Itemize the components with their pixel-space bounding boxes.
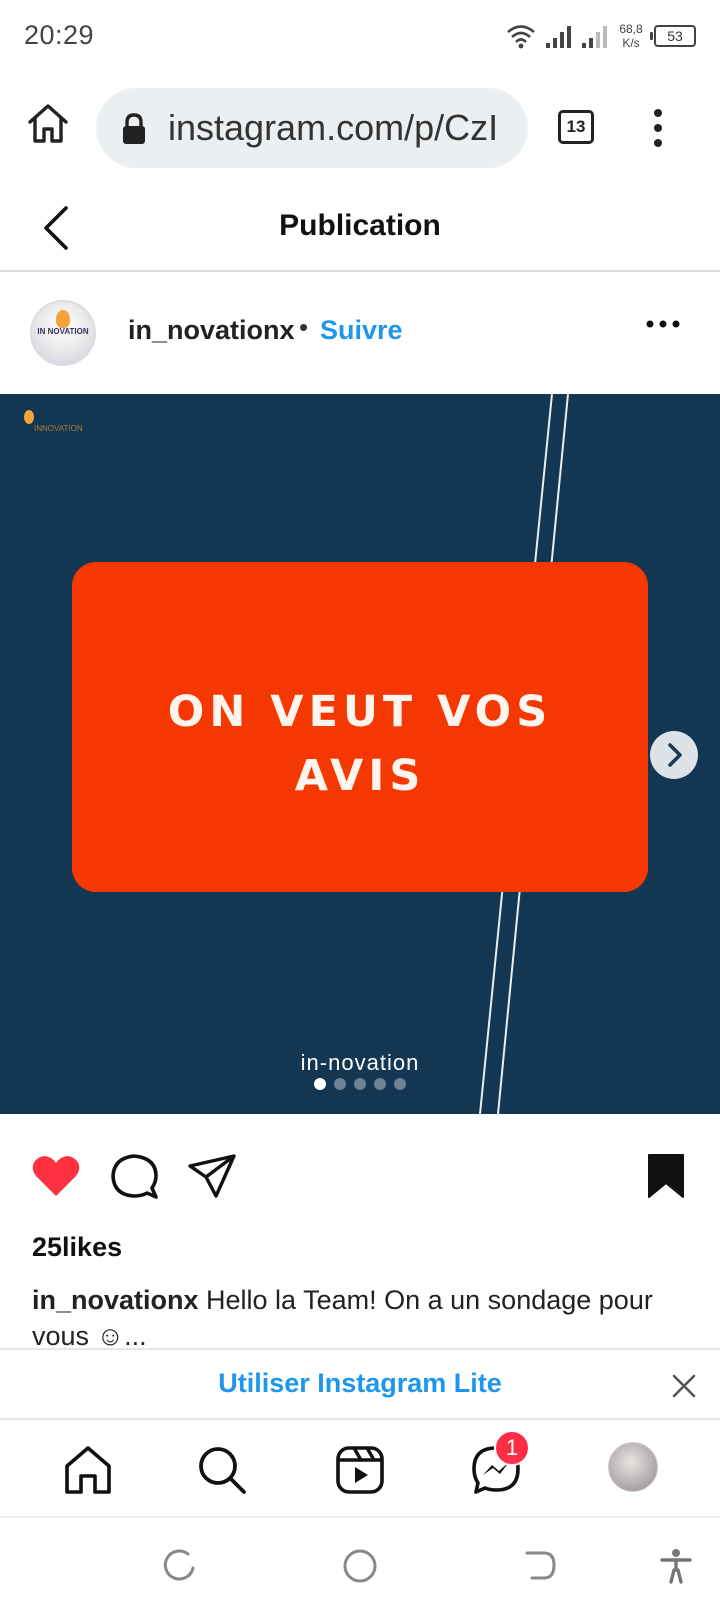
bookmark-icon[interactable]	[640, 1150, 692, 1202]
image-brand-text: in-novation	[300, 1050, 420, 1075]
url-text: instagram.com/p/CzI	[168, 107, 499, 148]
carousel-dot	[374, 1078, 386, 1090]
chevron-right-icon	[668, 743, 682, 767]
battery-icon: 53	[650, 25, 696, 47]
page-header: Publication	[0, 182, 720, 272]
brand-watermark: INNOVATION	[16, 408, 83, 442]
separator-dot: •	[299, 312, 309, 342]
status-time: 20:29	[24, 20, 95, 50]
home-icon[interactable]	[24, 100, 72, 148]
more-options-icon[interactable]	[645, 318, 681, 330]
browser-menu-icon[interactable]	[652, 108, 664, 148]
comment-icon[interactable]	[108, 1150, 160, 1202]
post-actions	[0, 1114, 720, 1234]
caption-username[interactable]: in_novationx	[32, 1285, 199, 1315]
search-icon[interactable]	[196, 1444, 248, 1496]
home-circle-icon[interactable]	[342, 1548, 378, 1584]
carousel-dot	[314, 1078, 326, 1090]
close-icon[interactable]	[672, 1374, 696, 1398]
headline-card: ON VEUT VOS AVIS	[72, 562, 648, 892]
signal-icon-sim2	[582, 26, 607, 48]
bottom-navigation: 1	[0, 1420, 720, 1518]
status-bar: 20:29 68,8 K/s 53	[0, 0, 720, 72]
home-icon[interactable]	[62, 1444, 114, 1496]
share-send-icon[interactable]	[186, 1150, 238, 1202]
likes-count[interactable]: 25likes	[32, 1232, 122, 1263]
browser-toolbar: instagram.com/p/CzI 13	[0, 72, 720, 182]
carousel-indicator	[0, 1078, 720, 1090]
profile-avatar[interactable]	[608, 1442, 658, 1492]
bulb-icon	[56, 310, 70, 328]
system-navigation-bar	[0, 1518, 720, 1612]
page-title: Publication	[279, 209, 441, 242]
bulb-icon	[24, 410, 34, 424]
post-caption: in_novationx Hello la Team! On a un sond…	[32, 1282, 692, 1354]
reels-icon[interactable]	[334, 1444, 386, 1496]
wifi-icon	[507, 25, 535, 49]
post-image[interactable]: INNOVATION ON VEUT VOS AVIS in-novation	[0, 394, 720, 1114]
back-nav-icon[interactable]	[522, 1548, 558, 1584]
carousel-dot	[354, 1078, 366, 1090]
author-avatar[interactable]: IN NOVATION	[30, 300, 96, 366]
carousel-dot	[334, 1078, 346, 1090]
status-icons: 68,8 K/s 53	[506, 18, 696, 54]
follow-button[interactable]: Suivre	[320, 315, 403, 346]
tab-switcher-button[interactable]: 13	[558, 110, 594, 144]
messages-badge: 1	[494, 1430, 530, 1466]
headline-text: ON VEUT VOS AVIS	[167, 687, 553, 801]
network-speed: 68,8 K/s	[619, 22, 643, 50]
accessibility-icon[interactable]	[658, 1548, 694, 1584]
recents-icon[interactable]	[162, 1548, 198, 1584]
carousel-dot	[394, 1078, 406, 1090]
author-username[interactable]: in_novationx	[128, 315, 295, 346]
address-bar[interactable]: instagram.com/p/CzI	[96, 88, 528, 168]
instagram-lite-banner: Utiliser Instagram Lite	[0, 1348, 720, 1420]
signal-icon-sim1	[546, 26, 571, 48]
lock-icon	[123, 113, 145, 144]
use-instagram-lite-link[interactable]: Utiliser Instagram Lite	[0, 1368, 720, 1399]
post-header: IN NOVATION in_novationx • Suivre	[0, 272, 720, 394]
carousel-next-button[interactable]	[650, 731, 698, 779]
like-heart-icon[interactable]	[30, 1150, 82, 1202]
